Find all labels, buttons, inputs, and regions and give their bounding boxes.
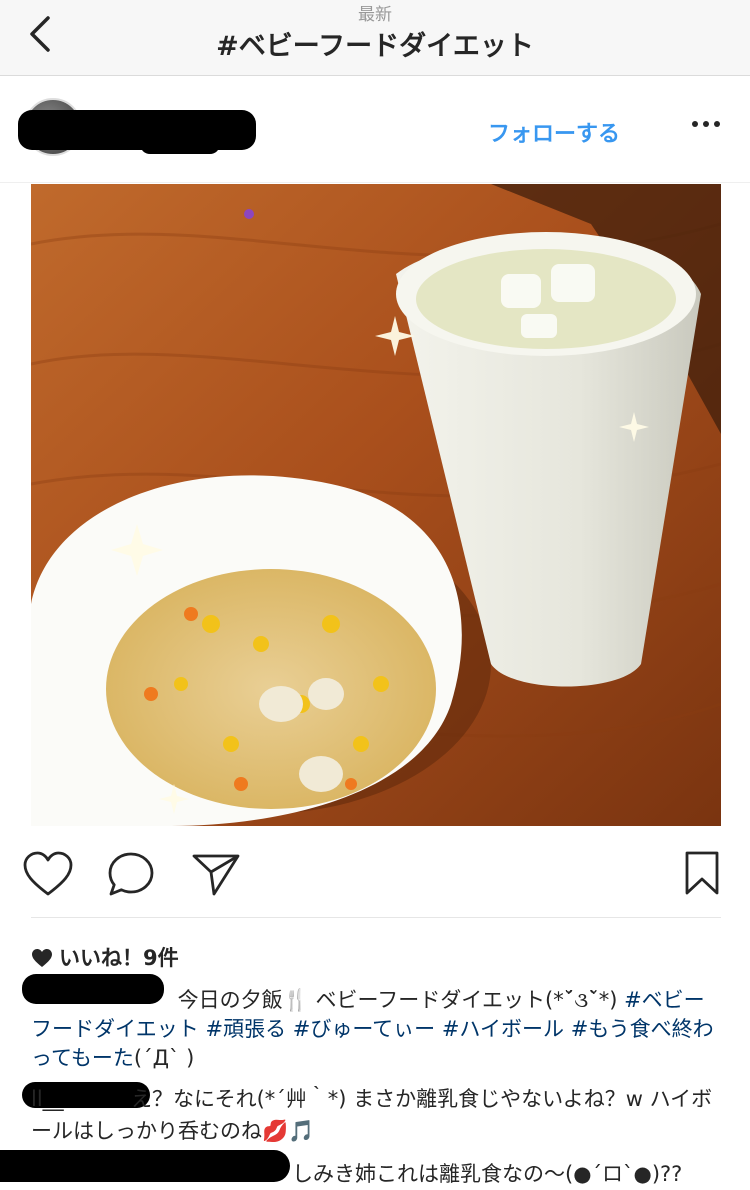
redacted-comment-username[interactable] <box>0 1150 290 1182</box>
hashtag[interactable]: #頑張る <box>205 1017 286 1041</box>
hashtag[interactable]: #びゅーてぃー <box>293 1017 435 1041</box>
comment-text: え？なにそれ(*´艸｀*) まさか離乳食じやないよね？w ハイボールはしっかり呑… <box>31 1087 713 1143</box>
action-bar <box>0 840 750 910</box>
page-title: #ベビーフードダイエット <box>216 31 534 62</box>
share-icon[interactable] <box>190 850 242 898</box>
post-photo[interactable] <box>31 184 721 826</box>
hashtag[interactable]: #ハイボール <box>442 1017 564 1041</box>
divider <box>31 917 721 918</box>
caption-text: 今日の夕飯🍴 ベビーフードダイエット(*ˊ̆૩ˋ̆*) <box>171 988 625 1012</box>
post-caption: 今日の夕飯🍴 ベビーフードダイエット(*ˊ̆૩ˋ̆*) #ベビーフードダイエット… <box>31 986 721 1073</box>
comment-item: ll__ え？なにそれ(*´艸｀*) まさか離乳食じやないよね？w ハイボールはし… <box>31 1083 721 1147</box>
more-dots-icon[interactable] <box>690 112 724 136</box>
likes-label: いいね！9件 <box>59 946 179 970</box>
nav-subtitle: 最新 <box>358 5 392 25</box>
like-heart-filled-icon <box>32 949 52 967</box>
redacted-username[interactable] <box>18 110 256 150</box>
comment-item: しみき姉これは離乳食なの〜(●´ロ`●)?? <box>292 1158 722 1190</box>
bookmark-icon[interactable] <box>684 850 720 896</box>
heart-icon[interactable] <box>22 850 74 898</box>
follow-button[interactable]: フォローする <box>488 116 620 148</box>
caption-tail: (´Д` ) <box>133 1046 195 1070</box>
navigation-bar: 最新 #ベビーフードダイエット <box>0 0 750 76</box>
comment-username[interactable]: ll__ <box>31 1083 131 1115</box>
photo-illustration <box>31 184 721 826</box>
redacted-username-smudge <box>140 132 220 154</box>
comment-icon[interactable] <box>106 850 156 898</box>
comment-text: しみき姉これは離乳食なの〜(●´ロ`●)?? <box>292 1162 683 1186</box>
post-header: フォローする <box>0 76 750 183</box>
likes-count[interactable]: いいね！9件 <box>31 942 179 972</box>
